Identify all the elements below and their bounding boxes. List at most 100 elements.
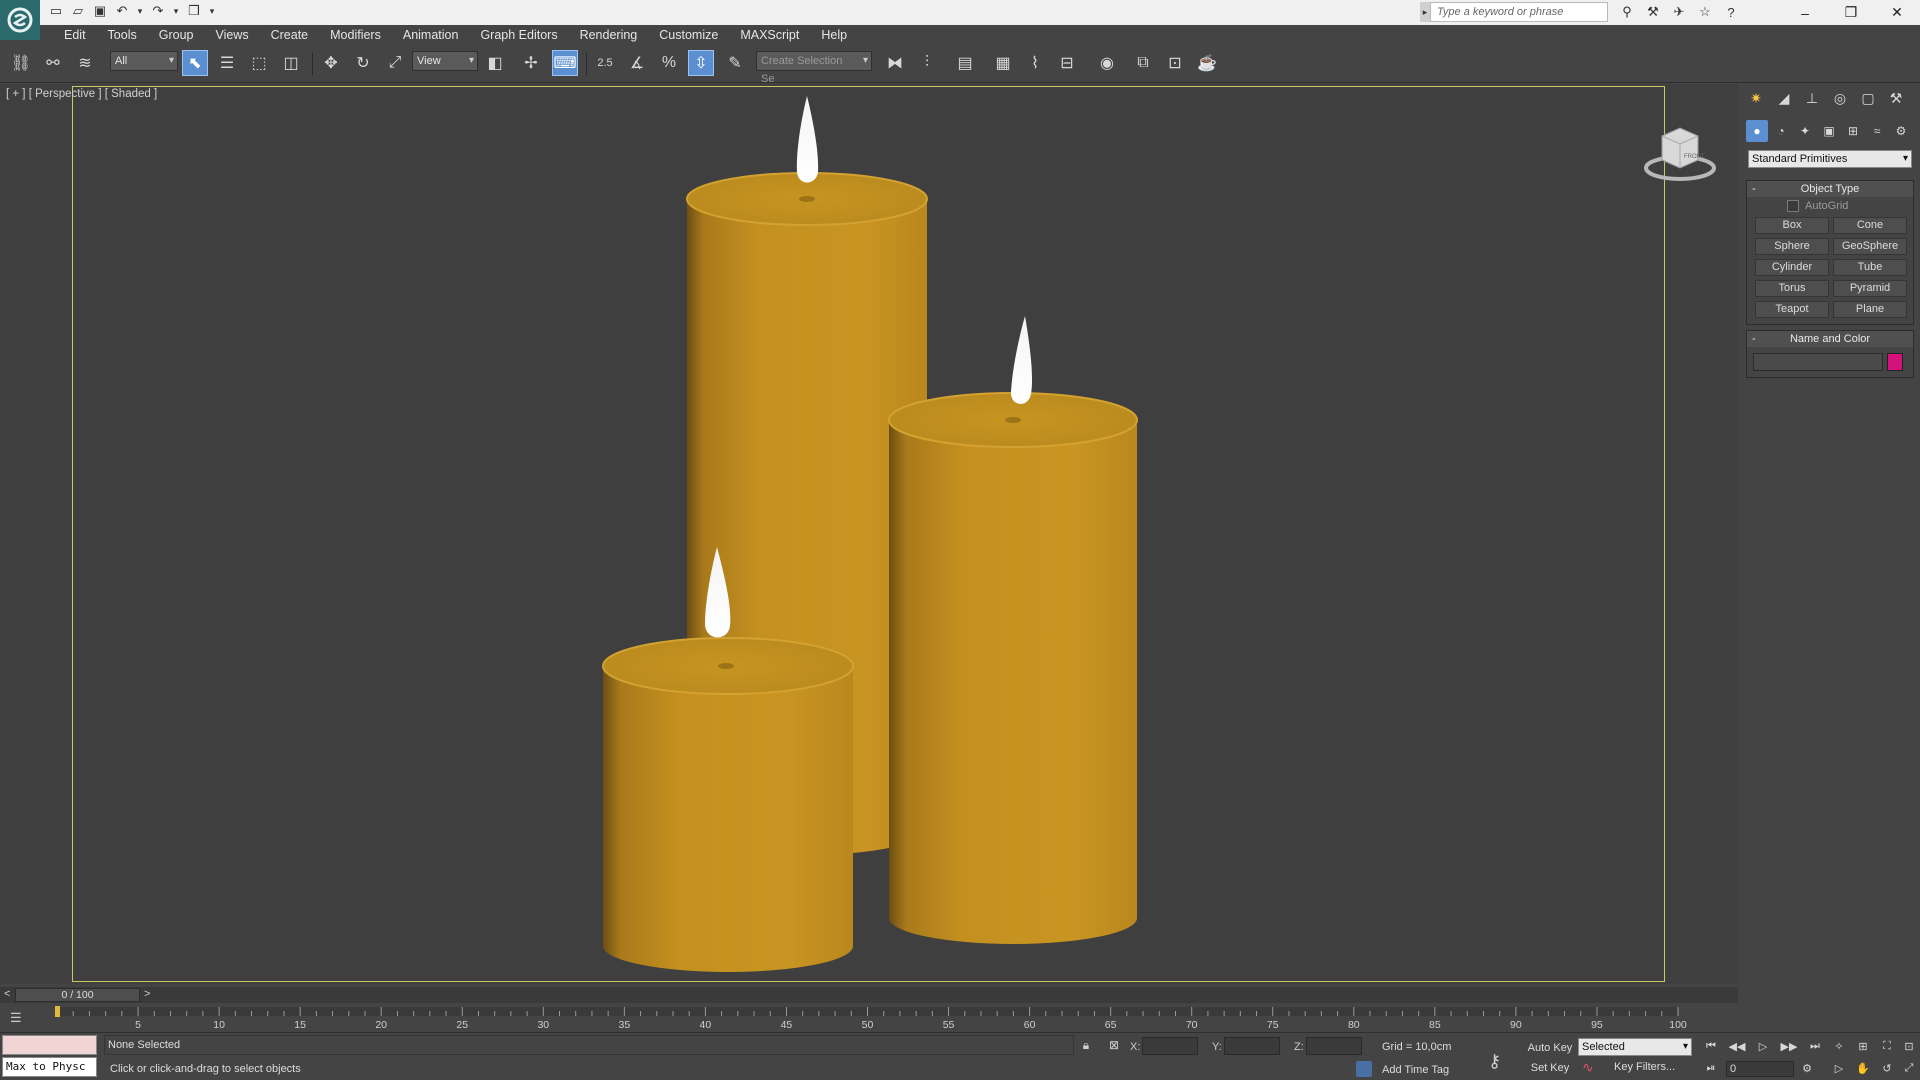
tube-button[interactable]: Tube (1833, 259, 1907, 276)
default-in-out-tangent-key-icon[interactable]: ⚷ (1488, 1051, 1501, 1072)
zoom-all-icon[interactable]: ⊞ (1852, 1037, 1874, 1055)
cone-button[interactable]: Cone (1833, 217, 1907, 234)
search-expand-icon[interactable]: ▸ (1420, 2, 1430, 22)
mirror-icon[interactable]: ⧓ (882, 50, 908, 76)
favorites-star-icon[interactable]: ☆ (1696, 3, 1714, 21)
field-of-view-icon[interactable]: ▷ (1828, 1059, 1850, 1077)
time-slider-prev-icon[interactable]: < (4, 988, 10, 1000)
teapot-button[interactable]: Teapot (1755, 301, 1829, 318)
menu-graph-editors[interactable]: Graph Editors (470, 25, 569, 45)
object-type-header[interactable]: - Object Type (1747, 181, 1913, 197)
layer-manager-icon[interactable]: ▤ (952, 50, 978, 76)
select-manipulate-icon[interactable]: ✢ (518, 50, 544, 76)
motion-tab-icon[interactable]: ◎ (1828, 86, 1852, 110)
redo-icon[interactable]: ↷ (150, 3, 166, 19)
bind-to-space-warp-icon[interactable]: ≋ (72, 50, 98, 76)
autogrid-option[interactable]: AutoGrid (1747, 197, 1913, 215)
project-folder-icon[interactable]: ❒ (186, 3, 202, 19)
time-slider-next-icon[interactable]: > (144, 988, 150, 1000)
render-production-icon[interactable]: ☕ (1194, 50, 1220, 76)
add-time-tag-button[interactable]: Add Time Tag (1382, 1064, 1449, 1076)
save-icon[interactable]: ▣ (92, 3, 108, 19)
maximize-button[interactable]: ❐ (1828, 0, 1874, 25)
communication-center-icon[interactable]: ✈ (1670, 3, 1688, 21)
geosphere-button[interactable]: GeoSphere (1833, 238, 1907, 255)
menu-rendering[interactable]: Rendering (570, 25, 650, 45)
perspective-viewport[interactable]: [ + ] [ Perspective ] [ Shaded ] FRONT (0, 84, 1738, 984)
curve-editor-icon[interactable]: ⌇ (1022, 50, 1048, 76)
time-slider[interactable]: < 0 / 100 > (0, 987, 1738, 1003)
y-coordinate-field[interactable] (1224, 1037, 1280, 1055)
align-icon[interactable]: ⫶ (914, 50, 940, 76)
current-time-marker[interactable] (55, 1006, 60, 1017)
menu-tools[interactable]: Tools (98, 25, 149, 45)
box-button[interactable]: Box (1755, 217, 1829, 234)
plane-button[interactable]: Plane (1833, 301, 1907, 318)
pivot-center-icon[interactable]: ◧ (482, 50, 508, 76)
zoom-extents-icon[interactable]: ⛶ (1876, 1037, 1898, 1055)
x-coordinate-field[interactable] (1142, 1037, 1198, 1055)
close-button[interactable]: ✕ (1874, 0, 1920, 25)
medium-candle[interactable] (888, 316, 1138, 944)
search-input[interactable] (1430, 2, 1608, 22)
selection-filter-dropdown[interactable]: All (110, 51, 178, 71)
maximize-viewport-icon[interactable]: ⤢ (1898, 1059, 1920, 1077)
schematic-view-icon[interactable]: ⊟ (1054, 50, 1080, 76)
helpers-icon[interactable]: ⊞ (1842, 120, 1864, 142)
rendered-frame-window-icon[interactable]: ⊡ (1162, 50, 1188, 76)
render-setup-icon[interactable]: ⧉ (1130, 50, 1156, 76)
set-key-button[interactable]: Set Key (1524, 1059, 1576, 1077)
menu-help[interactable]: Help (811, 25, 859, 45)
select-and-scale-icon[interactable]: ⤢ (382, 50, 408, 76)
autogrid-checkbox[interactable] (1787, 200, 1799, 212)
subscription-icon[interactable]: ⚒ (1644, 3, 1662, 21)
redo-dropdown-icon[interactable]: ▾ (172, 3, 180, 19)
minimize-button[interactable]: – (1782, 0, 1828, 25)
help-icon[interactable]: ? (1722, 3, 1740, 21)
menu-group[interactable]: Group (149, 25, 206, 45)
orbit-icon[interactable]: ↺ (1876, 1059, 1898, 1077)
tangent-curve-icon[interactable]: ∿ (1582, 1059, 1594, 1076)
select-and-link-icon[interactable]: ⛓ (8, 50, 34, 76)
undo-icon[interactable]: ↶ (114, 3, 130, 19)
lights-icon[interactable]: ✦ (1794, 120, 1816, 142)
select-and-move-icon[interactable]: ✥ (318, 50, 344, 76)
play-icon[interactable]: ▷ (1752, 1037, 1774, 1055)
new-file-icon[interactable]: ▭ (48, 3, 64, 19)
spinner-snap-icon[interactable]: ⇳ (688, 50, 714, 76)
geometry-category-dropdown[interactable]: Standard Primitives (1748, 150, 1912, 168)
cameras-icon[interactable]: ▣ (1818, 120, 1840, 142)
named-selection-set-dropdown[interactable]: Create Selection Se (756, 51, 872, 85)
percent-snap-icon[interactable]: % (656, 50, 682, 76)
object-name-field[interactable] (1753, 353, 1883, 371)
menu-maxscript[interactable]: MAXScript (730, 25, 811, 45)
binoculars-search-icon[interactable]: ⚲ (1618, 3, 1636, 21)
menu-edit[interactable]: Edit (54, 25, 98, 45)
create-tab-icon[interactable]: ✷ (1744, 86, 1768, 110)
customize-dropdown-icon[interactable]: ▾ (208, 3, 216, 19)
viewcube[interactable]: FRONT (1640, 118, 1720, 188)
key-mode-toggle-icon[interactable]: ⏯ (1700, 1059, 1722, 1077)
sphere-button[interactable]: Sphere (1755, 238, 1829, 255)
shapes-icon[interactable]: ◔ (1770, 120, 1792, 142)
go-to-end-icon[interactable]: ⏭ (1804, 1037, 1826, 1055)
hierarchy-tab-icon[interactable]: ⊥ (1800, 86, 1824, 110)
geometry-icon[interactable]: ● (1746, 120, 1768, 142)
menu-customize[interactable]: Customize (649, 25, 730, 45)
rectangular-selection-icon[interactable]: ⬚ (246, 50, 272, 76)
space-warps-icon[interactable]: ≈ (1866, 120, 1888, 142)
z-coordinate-field[interactable] (1306, 1037, 1362, 1055)
selection-lock-icon[interactable]: 🔒︎ (1078, 1037, 1094, 1053)
angle-snap-icon[interactable]: ∡ (624, 50, 650, 76)
systems-icon[interactable]: ⚙ (1890, 120, 1912, 142)
cylinder-button[interactable]: Cylinder (1755, 259, 1829, 276)
utilities-tab-icon[interactable]: ⚒ (1884, 86, 1908, 110)
name-and-color-header[interactable]: - Name and Color (1747, 331, 1913, 347)
maxscript-mini-listener[interactable]: Max to Physc (2, 1057, 97, 1077)
pyramid-button[interactable]: Pyramid (1833, 280, 1907, 297)
key-filters-button[interactable]: Key Filters... (1614, 1061, 1675, 1073)
key-selection-dropdown[interactable]: Selected (1578, 1038, 1692, 1056)
modify-tab-icon[interactable]: ◢ (1772, 86, 1796, 110)
app-logo[interactable] (0, 0, 40, 40)
track-bar[interactable]: ☰ 5 10 15 20 25 30 35 40 45 50 55 60 65 70 75 80 85 90 95 1… (0, 1004, 1738, 1032)
